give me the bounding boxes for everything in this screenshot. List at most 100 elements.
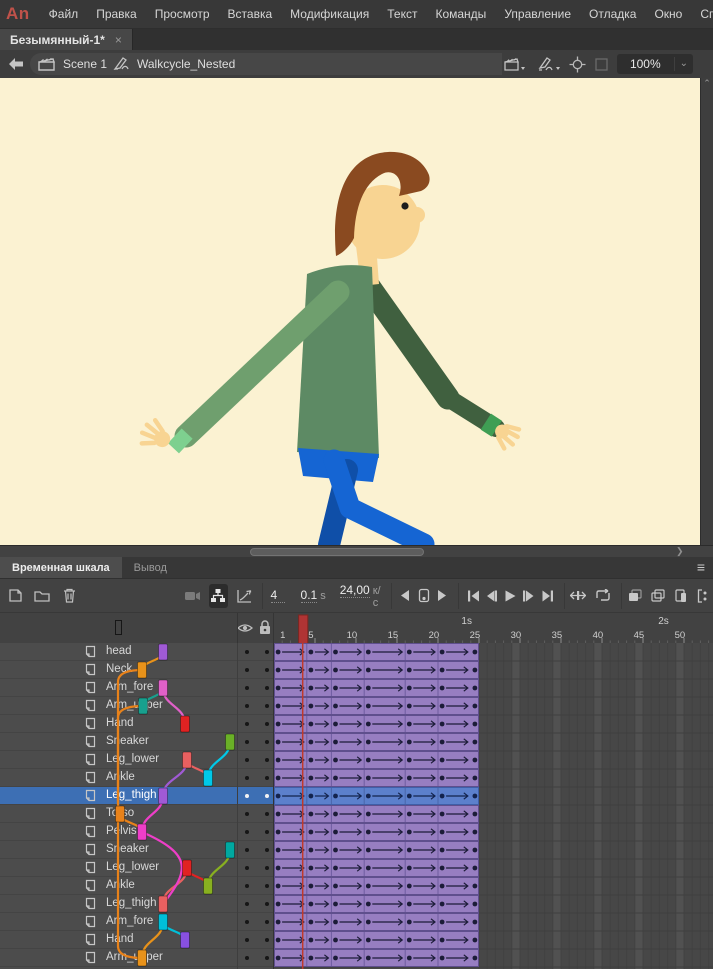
layer-row-pelvis[interactable]: Pelvis — [0, 823, 274, 841]
eye-icon[interactable] — [237, 622, 253, 634]
layer-lock-dot[interactable] — [265, 794, 269, 798]
layer-visibility-dot[interactable] — [245, 686, 249, 690]
layer-visibility-dot[interactable] — [245, 812, 249, 816]
layer-row-hand[interactable]: Hand — [0, 931, 274, 949]
layer-parenting-button[interactable] — [208, 583, 228, 608]
layer-lock-dot[interactable] — [265, 938, 269, 942]
onion-skin-button[interactable] — [625, 584, 644, 608]
onion-skin-outlines-button[interactable] — [648, 584, 667, 608]
menu-item-9[interactable]: Окно — [645, 7, 691, 21]
layer-lock-dot[interactable] — [265, 722, 269, 726]
menu-item-0[interactable]: Файл — [40, 7, 88, 21]
lock-icon[interactable] — [259, 620, 271, 635]
layer-visibility-dot[interactable] — [245, 776, 249, 780]
zoom-dropdown[interactable]: 100% ⌄ — [617, 54, 693, 74]
layer-lock-dot[interactable] — [265, 956, 269, 960]
stage-horizontal-scrollbar[interactable]: ❯ — [0, 545, 713, 557]
modify-markers-button[interactable] — [694, 584, 713, 608]
layer-lock-dot[interactable] — [265, 830, 269, 834]
layer-lock-dot[interactable] — [265, 866, 269, 870]
menu-item-6[interactable]: Команды — [426, 7, 495, 21]
layer-visibility-dot[interactable] — [245, 920, 249, 924]
new-folder-button[interactable] — [33, 584, 52, 608]
edit-scene-icon[interactable] — [504, 57, 526, 72]
layer-lock-dot[interactable] — [265, 668, 269, 672]
layer-row-neck[interactable]: Neck — [0, 661, 274, 679]
layer-visibility-dot[interactable] — [245, 740, 249, 744]
chevron-down-icon[interactable]: ⌄ — [673, 57, 693, 71]
menu-item-8[interactable]: Отладка — [580, 7, 645, 21]
layer-lock-dot[interactable] — [265, 758, 269, 762]
layer-row-leg_thigh[interactable]: Leg_thigh — [0, 895, 274, 913]
elapsed-time-field[interactable]: 0.1 — [300, 588, 318, 603]
edit-multiple-frames-button[interactable] — [671, 584, 690, 608]
menu-item-5[interactable]: Текст — [378, 7, 426, 21]
layer-visibility-dot[interactable] — [245, 758, 249, 762]
panel-menu-icon[interactable]: ≡ — [697, 559, 705, 575]
menu-item-10[interactable]: Справка — [691, 7, 713, 21]
go-to-last-frame-button[interactable] — [539, 584, 558, 608]
layer-visibility-dot[interactable] — [245, 830, 249, 834]
layer-row-ankle[interactable]: Ankle — [0, 769, 274, 787]
layer-row-leg_thigh[interactable]: Leg_thigh — [0, 787, 274, 805]
layer-row-arm_fore[interactable]: Arm_fore — [0, 913, 274, 931]
stage-canvas[interactable] — [0, 78, 700, 545]
layer-row-leg_lower[interactable]: Leg_lower — [0, 859, 274, 877]
back-arrow-icon[interactable] — [8, 57, 24, 71]
layer-lock-dot[interactable] — [265, 812, 269, 816]
stage-vertical-scrollbar[interactable]: ⌃ — [700, 78, 713, 545]
menu-item-3[interactable]: Вставка — [219, 7, 282, 21]
layer-visibility-dot[interactable] — [245, 884, 249, 888]
layer-visibility-dot[interactable] — [245, 902, 249, 906]
layer-row-arm_upper[interactable]: Arm_upper — [0, 697, 274, 715]
scrollbar-thumb[interactable] — [250, 548, 424, 556]
layer-lock-dot[interactable] — [265, 776, 269, 780]
layer-row-arm_fore[interactable]: Arm_fore — [0, 679, 274, 697]
frames-grid[interactable] — [274, 643, 713, 969]
layer-visibility-dot[interactable] — [245, 722, 249, 726]
breadcrumb-symbol[interactable]: Walkcycle_Nested — [137, 57, 235, 71]
show-graph-button[interactable] — [235, 584, 254, 608]
menu-item-4[interactable]: Модификация — [281, 7, 378, 21]
layer-visibility-dot[interactable] — [245, 866, 249, 870]
layer-visibility-dot[interactable] — [245, 704, 249, 708]
menu-item-7[interactable]: Управление — [495, 7, 580, 21]
layer-visibility-dot[interactable] — [245, 848, 249, 852]
new-layer-button[interactable] — [6, 584, 25, 608]
layer-lock-dot[interactable] — [265, 650, 269, 654]
menu-item-2[interactable]: Просмотр — [146, 7, 219, 21]
menu-item-1[interactable]: Правка — [87, 7, 146, 21]
registration-crosshair-icon[interactable] — [569, 56, 586, 73]
layer-lock-dot[interactable] — [265, 686, 269, 690]
play-button[interactable] — [501, 584, 520, 608]
timeline-ruler[interactable]: 1 5 10 15 20 25 30 35 40 45 501s 2s — [274, 613, 713, 644]
step-forward-button[interactable] — [520, 584, 539, 608]
layer-visibility-dot[interactable] — [245, 956, 249, 960]
camera-button[interactable] — [183, 584, 202, 608]
delete-layer-button[interactable] — [60, 584, 79, 608]
layer-row-head[interactable]: head — [0, 643, 274, 661]
layer-visibility-dot[interactable] — [245, 794, 249, 798]
layer-lock-dot[interactable] — [265, 704, 269, 708]
insert-keyframe-button[interactable] — [414, 584, 433, 608]
layer-row-ankle[interactable]: Ankle — [0, 877, 274, 895]
layer-row-leg_lower[interactable]: Leg_lower — [0, 751, 274, 769]
tab-output[interactable]: Вывод — [122, 557, 179, 578]
frame-rate-field[interactable]: 24,00 — [339, 583, 370, 598]
close-tab-icon[interactable]: × — [115, 33, 122, 47]
layer-row-arm_upper[interactable]: Arm_upper — [0, 949, 274, 967]
scroll-right-icon[interactable]: ❯ — [676, 546, 684, 557]
step-back-button[interactable] — [482, 584, 501, 608]
layer-visibility-dot[interactable] — [245, 668, 249, 672]
layer-row-sneaker[interactable]: Sneaker — [0, 733, 274, 751]
layer-row-sneaker[interactable]: Sneaker — [0, 841, 274, 859]
loop-playback-button[interactable] — [594, 584, 613, 608]
center-frame-button[interactable] — [569, 584, 588, 608]
go-to-first-frame-button[interactable] — [463, 584, 482, 608]
prev-keyframe-button[interactable] — [395, 584, 414, 608]
layer-lock-dot[interactable] — [265, 902, 269, 906]
layer-lock-dot[interactable] — [265, 740, 269, 744]
tab-timeline[interactable]: Временная шкала — [0, 557, 122, 578]
scroll-up-icon[interactable]: ⌃ — [703, 78, 711, 88]
layer-visibility-dot[interactable] — [245, 650, 249, 654]
